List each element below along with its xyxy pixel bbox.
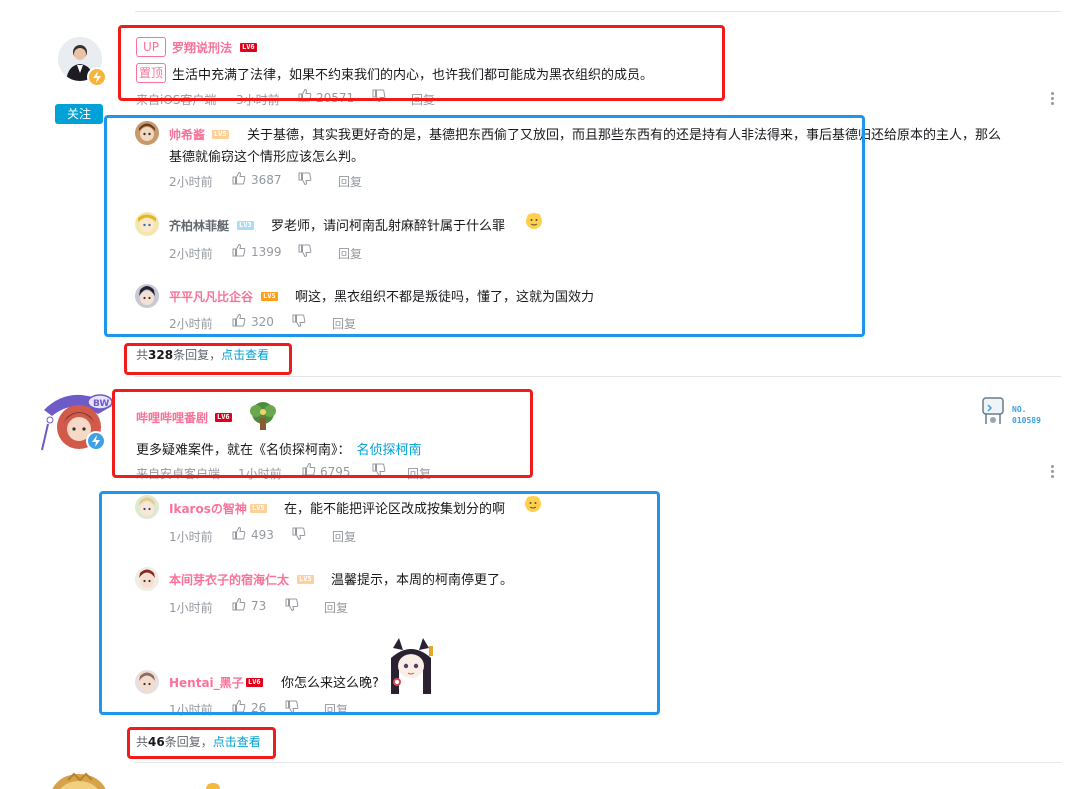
annotation-box-blue <box>99 491 660 715</box>
fan-number-label: NO. <box>1012 405 1027 414</box>
annotation-box-red <box>118 25 725 101</box>
annotation-box-blue <box>104 115 865 337</box>
more-dots-icon[interactable] <box>1051 92 1055 107</box>
top-divider <box>135 11 1061 12</box>
fan-badge-icon <box>980 394 1006 426</box>
follow-button[interactable]: 关注 <box>55 104 103 124</box>
fan-number: NO. 010589 <box>1012 404 1041 426</box>
annotation-box-red <box>124 343 292 375</box>
lightning-badge-icon <box>86 431 106 451</box>
annotation-box-red <box>112 389 533 478</box>
more-dots-icon[interactable] <box>1051 465 1055 480</box>
comment-divider <box>135 376 1061 377</box>
comment-divider <box>135 762 1061 763</box>
lightning-badge-icon <box>87 67 107 87</box>
svg-text:BW: BW <box>93 399 109 409</box>
annotation-box-red <box>127 727 276 759</box>
fan-number-value: 010589 <box>1012 416 1041 425</box>
next-avatar-pendant <box>48 772 110 789</box>
next-badge-icon <box>206 783 220 789</box>
